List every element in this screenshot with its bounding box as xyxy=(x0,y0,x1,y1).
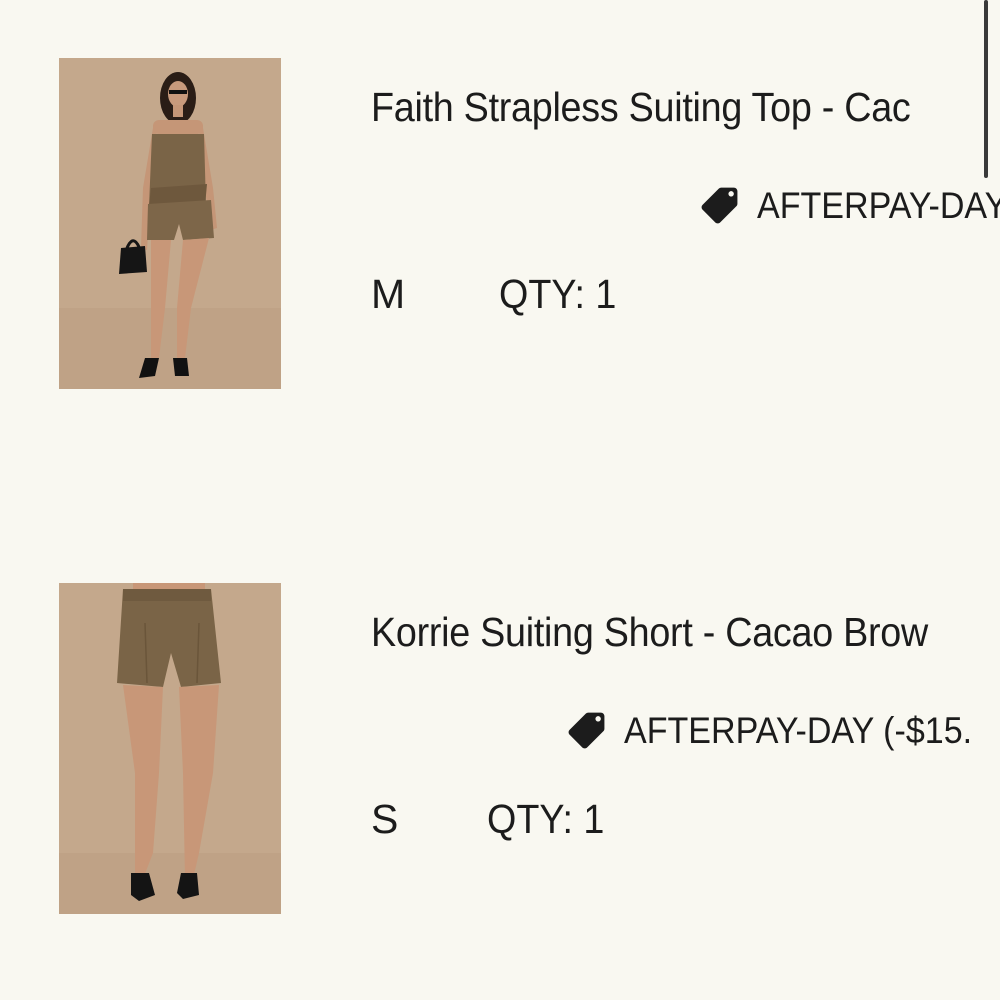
cart-item: Korrie Suiting Short - Cacao Brow AFTERP… xyxy=(0,581,1000,921)
product-photo-top-set xyxy=(59,58,281,389)
tag-icon xyxy=(565,709,608,752)
quantity-value[interactable]: QTY: 1 xyxy=(499,271,616,318)
size-value: S xyxy=(371,796,399,842)
product-image[interactable] xyxy=(59,583,281,914)
product-title[interactable]: Korrie Suiting Short - Cacao Brow xyxy=(371,609,928,656)
product-photo-shorts xyxy=(59,583,281,914)
product-image[interactable] xyxy=(59,58,281,389)
promo-code: AFTERPAY-DAY xyxy=(698,184,1000,227)
promo-code: AFTERPAY-DAY (-$15. xyxy=(565,709,1000,752)
cart-item: Faith Strapless Suiting Top - Cac AFTERP… xyxy=(0,56,1000,396)
tag-icon xyxy=(698,184,741,227)
product-title[interactable]: Faith Strapless Suiting Top - Cac xyxy=(371,84,911,131)
promo-label: AFTERPAY-DAY (-$15. xyxy=(624,709,973,751)
promo-label: AFTERPAY-DAY xyxy=(757,184,1000,226)
quantity-value[interactable]: QTY: 1 xyxy=(487,796,604,843)
size-value: M xyxy=(371,271,406,317)
